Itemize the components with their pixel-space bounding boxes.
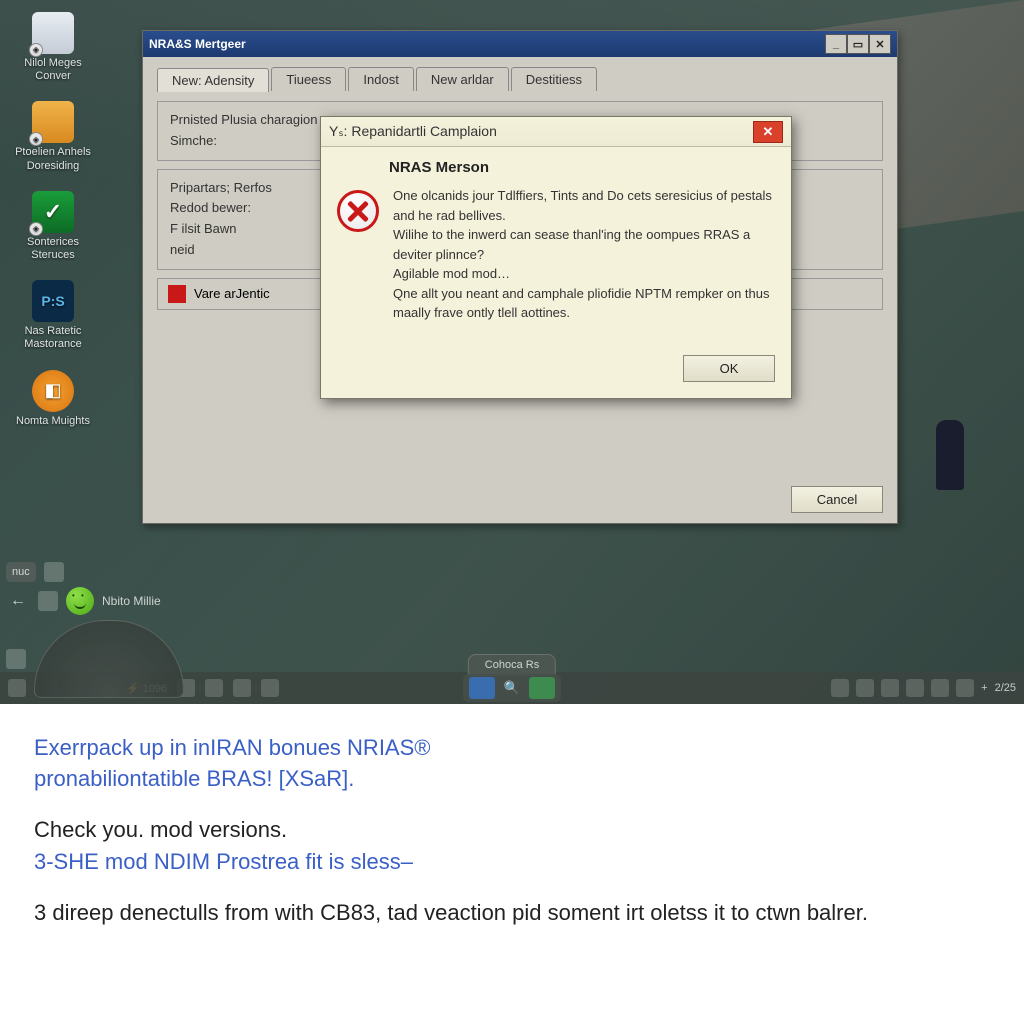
hud-icon[interactable] [261, 679, 279, 697]
hud-icon[interactable] [38, 591, 58, 611]
icon-label: Nilol Meges Conver [12, 57, 94, 83]
tray-icon[interactable] [831, 679, 849, 697]
tray-icon[interactable] [956, 679, 974, 697]
plus-icon[interactable]: + [981, 682, 987, 694]
page-indicator: 2/25 [995, 682, 1016, 694]
hud-chip[interactable]: nuc [6, 562, 36, 582]
error-icon [337, 190, 379, 232]
sim-name: Nbito Millie [102, 594, 161, 608]
maximize-button[interactable]: ▭ [847, 34, 869, 54]
ps-icon: P:S [32, 280, 74, 322]
window-title: NRA&S Mertgeer [149, 37, 246, 51]
desktop-icons: ◈Nilol Meges Conver ◈Ptoelien Anhels Dor… [12, 12, 94, 428]
tab-destitiess[interactable]: Destitiess [511, 67, 597, 91]
control-wheel[interactable] [34, 620, 184, 698]
shortcut-badge-icon: ◈ [29, 222, 43, 236]
main-window-footer: Cancel [791, 486, 883, 513]
tray-icon[interactable] [856, 679, 874, 697]
folder-icon: ◈ [32, 101, 74, 143]
article-text: Exerrpack up in inIRAN bonues NRIAS®pron… [0, 704, 1024, 968]
checkmark-icon: ◈ [32, 191, 74, 233]
icon-label: Nomta Muights [16, 415, 90, 428]
desktop-icon-4[interactable]: P:S Nas Ratetic Mastorance [12, 280, 94, 351]
icon-label: Sonterices Steruces [12, 236, 94, 262]
tray-icon[interactable] [931, 679, 949, 697]
hud-bottom-left: nuc ← Nbito Millie [6, 562, 184, 698]
tool-strip: 🔍 [463, 674, 561, 702]
icon-label: Ptoelien Anhels Doresiding [12, 146, 94, 172]
sim-figure [936, 420, 964, 490]
desktop-icon-1[interactable]: ◈Nilol Meges Conver [12, 12, 94, 83]
back-arrow-icon[interactable]: ← [6, 591, 30, 611]
modal-titlebar[interactable]: Yₛ: Repanidartli Camplaion ✕ [321, 117, 791, 147]
tool-icon[interactable] [469, 677, 495, 699]
modal-heading: NRAS Merson [389, 159, 775, 176]
tab-new[interactable]: New: Adensity [157, 68, 269, 92]
tab-newarldar[interactable]: New arldar [416, 67, 509, 91]
article-line-blue: Exerrpack up in inIRAN bonues NRIAS®pron… [34, 732, 990, 794]
shortcut-badge-icon: ◈ [29, 132, 43, 146]
hud-icon[interactable] [44, 562, 64, 582]
tray-icon[interactable] [906, 679, 924, 697]
main-window-titlebar[interactable]: NRA&S Mertgeer _ ▭ ✕ [143, 31, 897, 57]
shortcut-badge-icon: ◈ [29, 43, 43, 57]
tabs: New: Adensity Tiueess Indost New arldar … [157, 67, 883, 91]
label: Vare arJentic [194, 286, 270, 301]
article-para: 3 direep denectulls from with CB83, tad … [34, 897, 990, 928]
article-para: Check you. mod versions.3-SHE mod NDIM P… [34, 814, 990, 876]
modal-close-button[interactable]: ✕ [753, 121, 783, 143]
minimize-button[interactable]: _ [825, 34, 847, 54]
error-modal: Yₛ: Repanidartli Camplaion ✕ NRAS Merson… [320, 116, 792, 399]
game-viewport: ◈Nilol Meges Conver ◈Ptoelien Anhels Dor… [0, 0, 1024, 704]
tab-tiueess[interactable]: Tiueess [271, 67, 346, 91]
close-button[interactable]: ✕ [869, 34, 891, 54]
desktop-icon-2[interactable]: ◈Ptoelien Anhels Doresiding [12, 101, 94, 172]
magnifier-icon[interactable]: 🔍 [499, 677, 525, 699]
tab-indost[interactable]: Indost [348, 67, 413, 91]
hud-icon[interactable] [233, 679, 251, 697]
hud-icon[interactable] [6, 649, 26, 669]
desktop-icon-5[interactable]: Nomta Muights [12, 370, 94, 428]
tray-icon[interactable] [881, 679, 899, 697]
hud-tray: + 2/25 [831, 679, 1016, 697]
cancel-button[interactable]: Cancel [791, 486, 883, 513]
desktop-icon-3[interactable]: ◈Sonterices Steruces [12, 191, 94, 262]
hud-icon[interactable] [205, 679, 223, 697]
modal-title: Yₛ: Repanidartli Camplaion [329, 123, 497, 140]
center-tab[interactable]: Cohoca Rs [468, 654, 556, 676]
orb-icon [32, 370, 74, 412]
modal-text: One olcanids jour Tdlffiers, Tints and D… [393, 186, 775, 323]
app-icon: ◈ [32, 12, 74, 54]
mood-face-icon[interactable] [66, 587, 94, 615]
color-swatch-icon [168, 285, 186, 303]
ok-button[interactable]: OK [683, 355, 775, 382]
icon-label: Nas Ratetic Mastorance [12, 325, 94, 351]
tool-icon[interactable] [529, 677, 555, 699]
window-controls: _ ▭ ✕ [825, 34, 891, 54]
modal-body: NRAS Merson One olcanids jour Tdlffiers,… [321, 147, 791, 398]
